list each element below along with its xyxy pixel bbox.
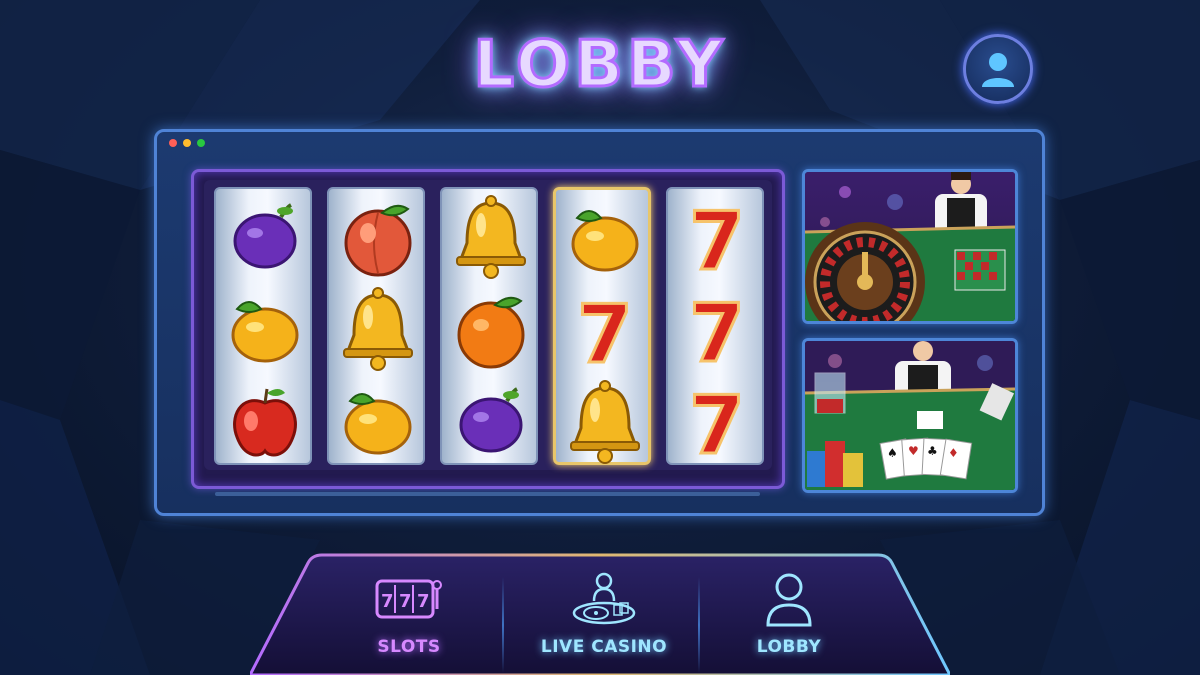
svg-text:♦: ♦ [948,446,959,460]
reel-1[interactable] [214,187,312,465]
svg-text:7: 7 [399,591,412,612]
nav-slots[interactable]: 7 7 7 SLOTS [314,575,504,675]
lemon-icon [561,194,649,282]
live-dealer-icon [572,572,636,625]
svg-text:7: 7 [577,288,633,374]
svg-text:♠: ♠ [887,446,898,460]
svg-text:♥: ♥ [908,444,919,458]
svg-text:7: 7 [689,379,745,465]
reel-3[interactable] [440,187,538,465]
horizontal-scrollbar[interactable] [215,492,760,496]
svg-text:7: 7 [689,287,745,373]
close-dot[interactable] [169,139,177,147]
maximize-dot[interactable] [197,139,205,147]
minimize-dot[interactable] [183,139,191,147]
nav-live-casino-label: LIVE CASINO [540,637,668,657]
nav-slots-label: SLOTS [377,637,441,657]
blackjack-dealer-icon: ♠ ♥ ♣ ♦ [805,341,1015,490]
game-window: 7777 ♠ ♥ ♣ ♦ [154,129,1045,516]
nav-lobby-label: LOBBY [756,637,822,657]
svg-text:7: 7 [381,591,394,612]
plum-icon [447,377,535,465]
orange-icon [447,285,535,373]
bell-icon [447,193,535,281]
svg-text:♣: ♣ [927,444,938,458]
live-roulette-tile[interactable] [802,169,1018,324]
svg-text:7: 7 [689,195,745,281]
reel-4[interactable]: 7 [553,187,651,465]
user-icon [766,573,812,627]
nav-divider [502,577,504,673]
plum-icon [221,193,309,281]
live-blackjack-tile[interactable]: ♠ ♥ ♣ ♦ [802,338,1018,493]
svg-text:7: 7 [417,591,430,612]
roulette-dealer-icon [805,172,1015,321]
slot-machine-icon: 7 7 7 [375,579,442,619]
reel-2[interactable] [327,187,425,465]
apple-icon [221,377,309,465]
peach-icon [334,193,422,281]
seven-icon: 7 [673,377,761,474]
seven-icon: 7 [673,193,761,290]
window-controls [169,139,205,147]
seven-icon: 7 [561,286,649,383]
bell-icon [561,378,649,466]
bottom-nav: 7 7 7 SLOTS LIVE CASINO LOBBY [254,555,946,675]
user-icon [982,53,1014,87]
nav-live-casino[interactable]: LIVE CASINO [509,571,699,675]
reel-5[interactable]: 777 [666,187,764,474]
nav-lobby[interactable]: LOBBY [694,571,884,675]
bell-icon [334,285,422,373]
lemon-icon [221,285,309,373]
lemon-icon [334,377,422,465]
seven-icon: 7 [673,285,761,382]
profile-button[interactable] [963,34,1033,104]
